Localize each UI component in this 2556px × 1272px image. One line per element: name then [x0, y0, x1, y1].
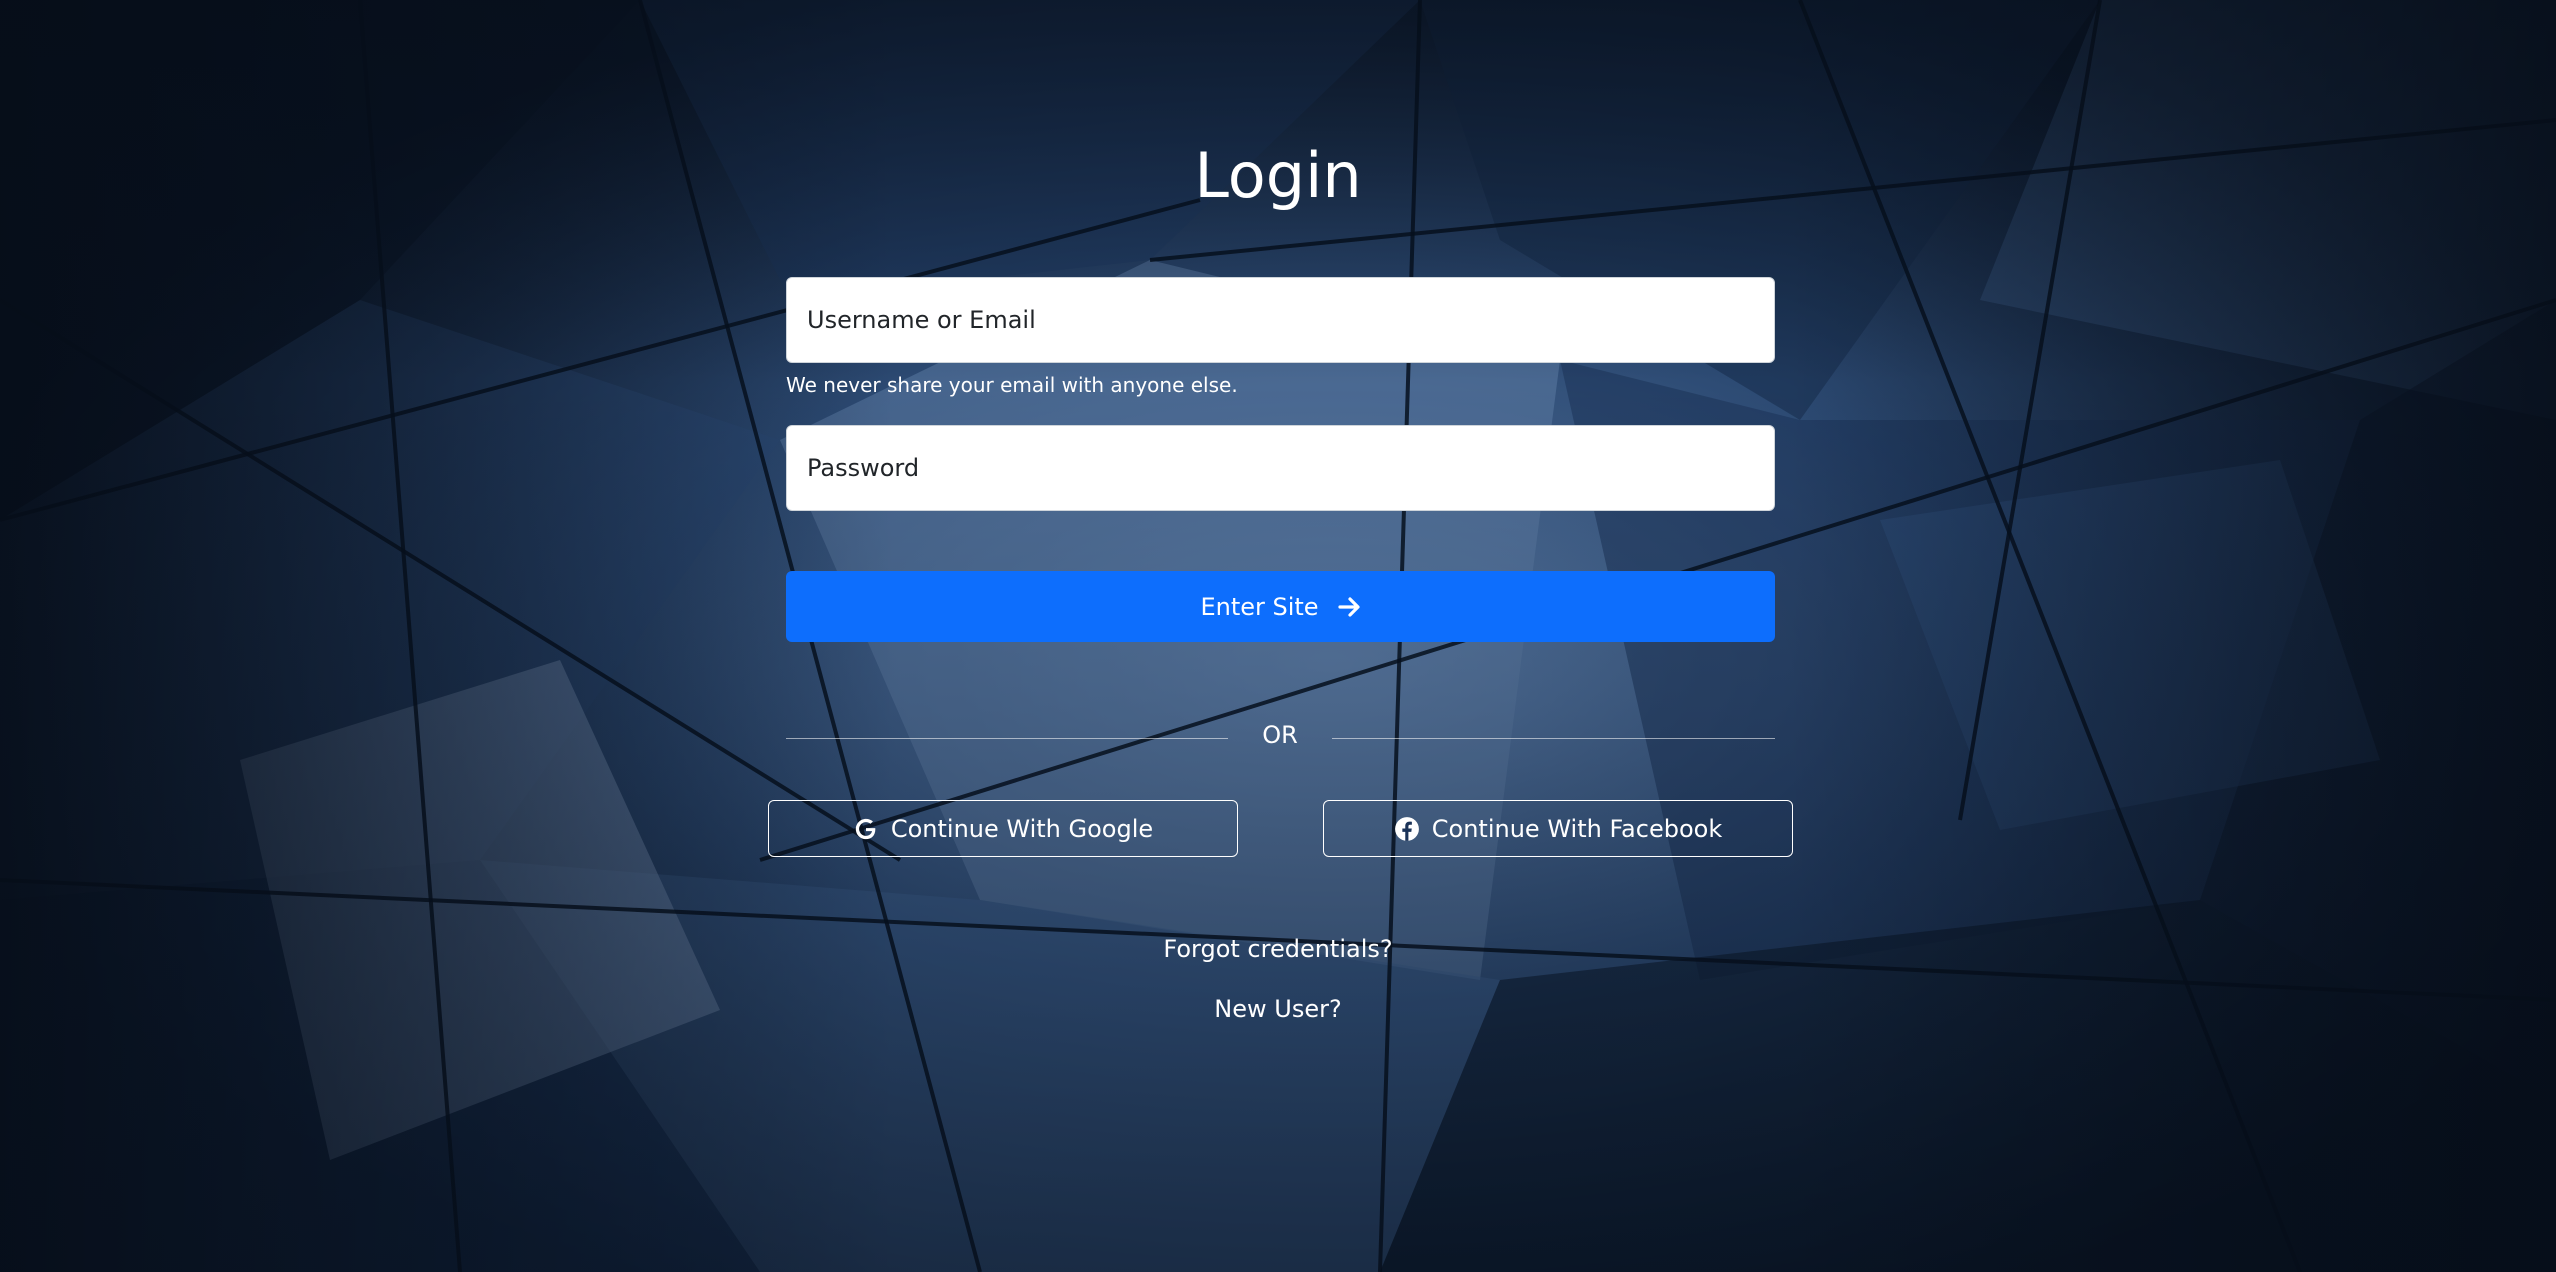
- google-login-label: Continue With Google: [890, 814, 1154, 843]
- new-user-link[interactable]: New User?: [0, 992, 2556, 1026]
- google-icon: [853, 816, 879, 842]
- username-input[interactable]: [786, 277, 1775, 363]
- facebook-login-label: Continue With Facebook: [1431, 814, 1723, 843]
- login-page: Login We never share your email with any…: [0, 0, 2556, 1272]
- email-help-text: We never share your email with anyone el…: [786, 373, 1238, 397]
- facebook-icon: [1394, 816, 1420, 842]
- divider-line-left: [786, 738, 1228, 739]
- forgot-credentials-link[interactable]: Forgot credentials?: [0, 932, 2556, 966]
- arrow-right-icon: [1337, 595, 1361, 619]
- page-title: Login: [1194, 139, 1362, 212]
- google-login-button[interactable]: Continue With Google: [768, 800, 1238, 857]
- divider-line-right: [1332, 738, 1775, 739]
- enter-site-label: Enter Site: [1200, 592, 1319, 621]
- facebook-login-button[interactable]: Continue With Facebook: [1323, 800, 1793, 857]
- enter-site-button[interactable]: Enter Site: [786, 571, 1775, 642]
- password-input[interactable]: [786, 425, 1775, 511]
- or-divider-label: OR: [1262, 721, 1298, 749]
